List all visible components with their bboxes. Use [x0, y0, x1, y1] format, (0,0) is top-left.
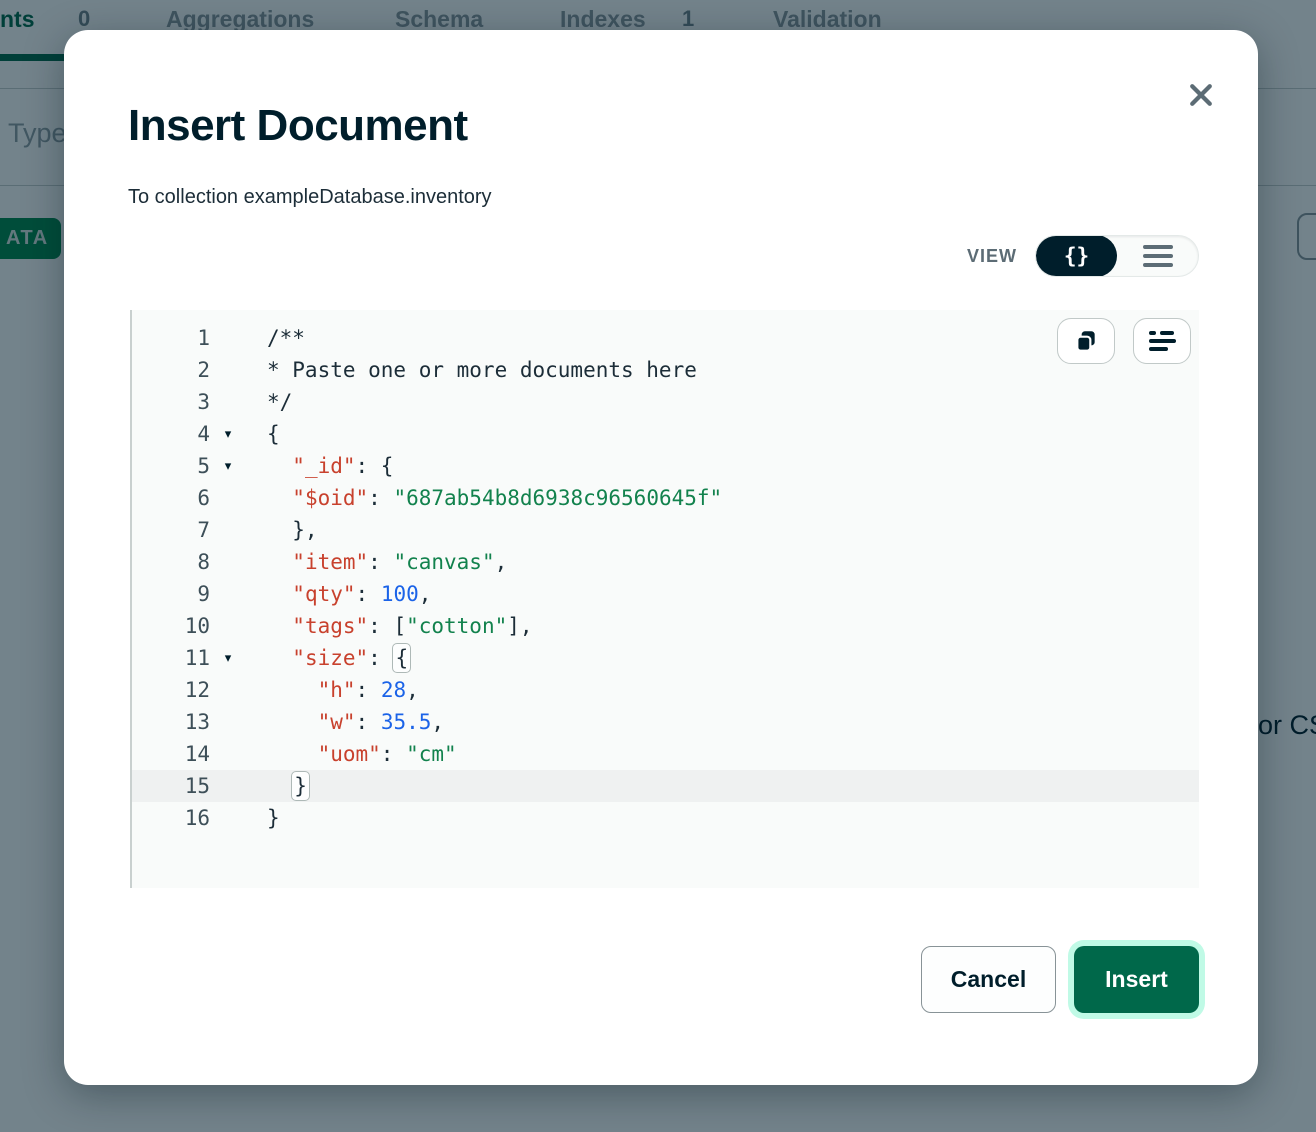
format-button[interactable] — [1133, 318, 1191, 364]
view-label: VIEW — [967, 246, 1017, 267]
line-number: 13 — [132, 710, 210, 734]
code-text: "_id": { — [246, 454, 393, 478]
curly-braces-icon: {} — [1064, 244, 1089, 268]
line-number: 11 — [132, 646, 210, 670]
code-line[interactable]: 8 "item": "canvas", — [132, 546, 1199, 578]
code-text: "h": 28, — [246, 678, 419, 702]
code-line[interactable]: 9 "qty": 100, — [132, 578, 1199, 610]
code-text: } — [246, 774, 309, 798]
dialog-subtitle: To collection exampleDatabase.inventory — [128, 186, 492, 209]
close-button[interactable] — [1186, 80, 1216, 110]
dialog-footer: Cancel Insert — [921, 946, 1199, 1013]
line-number: 5 — [132, 454, 210, 478]
code-text: "$oid": "687ab54b8d6938c96560645f" — [246, 486, 722, 510]
line-number: 2 — [132, 358, 210, 382]
code-text: } — [246, 806, 280, 830]
code-text: */ — [246, 390, 292, 414]
line-number: 12 — [132, 678, 210, 702]
format-code-icon — [1149, 331, 1176, 351]
json-view-button[interactable]: {} — [1036, 235, 1117, 277]
dialog-title: Insert Document — [128, 100, 468, 152]
line-number: 6 — [132, 486, 210, 510]
code-line[interactable]: 4▾{ — [132, 418, 1199, 450]
line-number: 14 — [132, 742, 210, 766]
code-text: }, — [246, 518, 318, 542]
fold-arrow-icon[interactable]: ▾ — [210, 651, 246, 666]
fold-arrow-icon[interactable]: ▾ — [210, 459, 246, 474]
code-text: { — [246, 422, 280, 446]
code-line[interactable]: 6 "$oid": "687ab54b8d6938c96560645f" — [132, 482, 1199, 514]
code-line[interactable]: 10 "tags": ["cotton"], — [132, 610, 1199, 642]
code-line[interactable]: 13 "w": 35.5, — [132, 706, 1199, 738]
editor-actions — [1057, 318, 1191, 364]
code-text: "size": { — [246, 646, 410, 670]
code-text: "w": 35.5, — [246, 710, 444, 734]
view-toggle: {} — [1035, 235, 1199, 277]
cancel-button[interactable]: Cancel — [921, 946, 1056, 1013]
document-json-editor[interactable]: 1 /** 2 * Paste one or more documents here 3… — [130, 310, 1199, 888]
line-number: 7 — [132, 518, 210, 542]
code-line[interactable]: 12 "h": 28, — [132, 674, 1199, 706]
code-line[interactable]: 2 * Paste one or more documents here — [132, 354, 1199, 386]
code-line[interactable]: 7 }, — [132, 514, 1199, 546]
close-icon — [1186, 80, 1216, 110]
line-number: 16 — [132, 806, 210, 830]
code-line[interactable]: 3 */ — [132, 386, 1199, 418]
code-line[interactable]: 5▾ "_id": { — [132, 450, 1199, 482]
code-line[interactable]: 15 } — [132, 770, 1199, 802]
list-icon — [1143, 245, 1173, 267]
code-text: "tags": ["cotton"], — [246, 614, 533, 638]
line-number: 8 — [132, 550, 210, 574]
code-text: /** — [246, 326, 305, 350]
fold-arrow-icon[interactable]: ▾ — [210, 427, 246, 442]
copy-button[interactable] — [1057, 318, 1115, 364]
view-toggle-row: VIEW {} — [967, 235, 1199, 277]
code-line[interactable]: 16} — [132, 802, 1199, 834]
code-lines: 1 /** 2 * Paste one or more documents here 3… — [132, 322, 1199, 834]
copy-icon — [1073, 328, 1099, 354]
code-text: "uom": "cm" — [246, 742, 457, 766]
insert-button[interactable]: Insert — [1074, 946, 1199, 1013]
line-number: 1 — [132, 326, 210, 350]
line-number: 3 — [132, 390, 210, 414]
line-number: 10 — [132, 614, 210, 638]
line-number: 15 — [132, 774, 210, 798]
code-line[interactable]: 1 /** — [132, 322, 1199, 354]
code-text: * Paste one or more documents here — [246, 358, 697, 382]
code-line[interactable]: 11▾ "size": { — [132, 642, 1199, 674]
code-text: "item": "canvas", — [246, 550, 507, 574]
code-text: "qty": 100, — [246, 582, 431, 606]
screen: nts 0 Aggregations Schema Indexes 1 Vali… — [0, 0, 1316, 1132]
line-number: 4 — [132, 422, 210, 446]
code-line[interactable]: 14 "uom": "cm" — [132, 738, 1199, 770]
line-number: 9 — [132, 582, 210, 606]
insert-document-dialog: Insert Document To collection exampleDat… — [64, 30, 1258, 1085]
list-view-button[interactable] — [1117, 235, 1198, 277]
